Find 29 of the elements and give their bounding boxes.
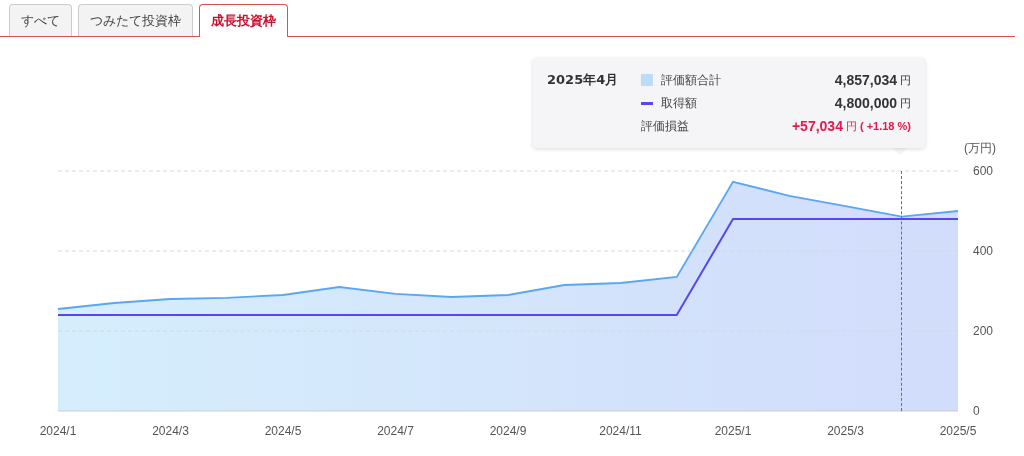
series-label: 評価損益 bbox=[641, 117, 690, 135]
axis-label: 2024/5 bbox=[264, 424, 302, 438]
tab[interactable]: 成長投資枠 bbox=[199, 4, 288, 37]
axis-label: 2025/5 bbox=[939, 424, 977, 438]
axis-label: 2024/9 bbox=[489, 424, 527, 438]
unit-label: 円 bbox=[845, 118, 857, 134]
value: 4,800,000 bbox=[834, 95, 897, 111]
value: +57,034 bbox=[791, 118, 843, 134]
axis-label: 400 bbox=[973, 244, 994, 258]
axis-label: 2024/11 bbox=[599, 424, 642, 438]
axis-label: 200 bbox=[973, 324, 994, 338]
series-label: 評価額合計 bbox=[661, 71, 722, 89]
axis-label: 0 bbox=[973, 404, 980, 418]
series-label: 取得額 bbox=[661, 94, 698, 112]
tab[interactable]: すべて bbox=[9, 4, 72, 36]
percent-change: ( +1.18 %) bbox=[859, 120, 911, 132]
unit-label: 円 bbox=[900, 95, 911, 111]
axis-label: 2024/1 bbox=[39, 424, 77, 438]
axis-label: 2024/7 bbox=[377, 424, 414, 438]
tooltip-month: 2025年4月 bbox=[547, 71, 620, 89]
axis-label: 2025/1 bbox=[714, 424, 752, 438]
unit-label: 円 bbox=[900, 72, 911, 88]
tab[interactable]: つみたて投資枠 bbox=[78, 4, 193, 36]
axis-label: 2024/3 bbox=[152, 424, 189, 438]
axis-label: 2025/3 bbox=[827, 424, 864, 438]
axis-label: 600 bbox=[973, 164, 994, 178]
unit-label: (万円) bbox=[964, 141, 996, 155]
value: 4,857,034 bbox=[834, 72, 897, 88]
legend-swatch bbox=[641, 74, 653, 86]
